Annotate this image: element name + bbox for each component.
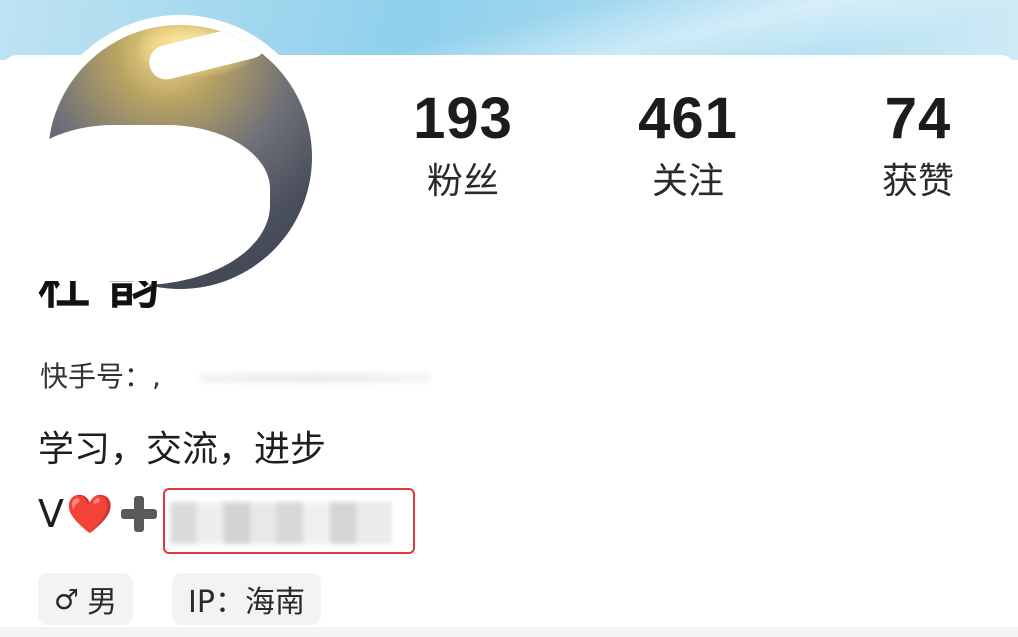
bottom-divider xyxy=(0,627,1018,637)
stat-followers[interactable]: 193 粉丝 xyxy=(378,85,548,205)
profile-name: 杜 韵 xyxy=(38,281,160,325)
following-label: 关注 xyxy=(651,161,724,202)
profile-card: 193 粉丝 461 关注 74 获赞 杜 韵 快手号：, 学习，交流，进步 V… xyxy=(0,15,1018,637)
gender-label: 男 xyxy=(87,585,118,620)
ip-location-label: IP：海南 xyxy=(188,585,305,620)
followers-label: 粉丝 xyxy=(426,161,499,202)
followers-count: 193 xyxy=(413,86,513,151)
gender-tag[interactable]: ♂ 男 xyxy=(38,573,134,625)
stat-following[interactable]: 461 关注 xyxy=(603,85,773,205)
profile-handle: 快手号：, xyxy=(40,360,161,393)
handle-redaction xyxy=(200,373,430,383)
bio-prefix: V xyxy=(38,492,64,536)
likes-label: 获赞 xyxy=(881,161,954,202)
bio-line-2: V ❤️ xyxy=(38,489,159,539)
profile-name-text: 杜 韵 xyxy=(38,281,161,316)
following-count: 461 xyxy=(638,86,738,151)
heart-icon: ❤️ xyxy=(66,491,114,536)
male-icon: ♂ xyxy=(54,582,80,616)
highlight-box xyxy=(163,488,415,554)
likes-count: 74 xyxy=(884,86,952,151)
ip-location-tag[interactable]: IP：海南 xyxy=(172,573,321,625)
bio-line-1: 学习，交流，进步 xyxy=(38,429,327,470)
profile-stats: 193 粉丝 461 关注 74 获赞 xyxy=(0,85,1018,215)
stat-likes[interactable]: 74 获赞 xyxy=(833,85,1003,205)
plus-icon xyxy=(119,494,159,534)
